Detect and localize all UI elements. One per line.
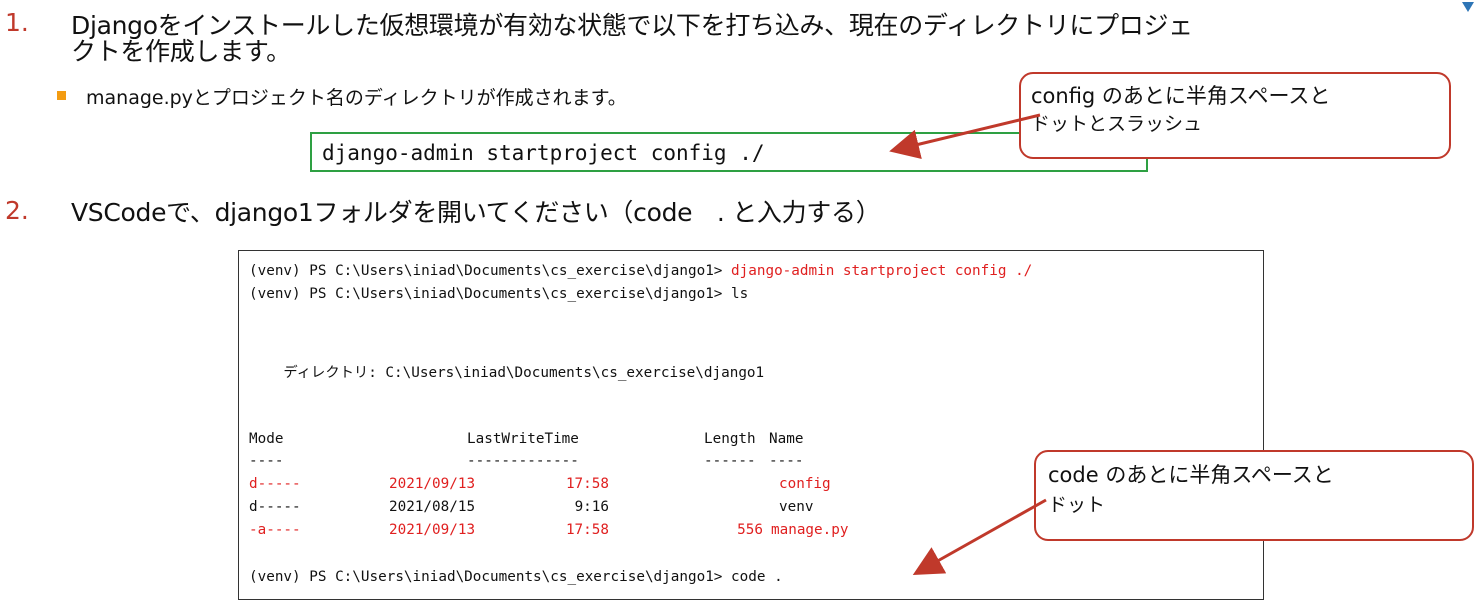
step-1-bullet: manage.pyとプロジェクト名のディレクトリが作成されます。 [86,87,627,109]
corner-marker-icon [1462,2,1474,12]
table-row-3-time: 17:58 [565,522,609,538]
step-2-number: 2. [5,196,29,225]
table-row-2-date: 2021/08/15 [389,499,476,515]
step-2-text: VSCodeで、django1フォルダを開いてください（code . と入力する… [71,198,881,227]
terminal-command-startproject: django-admin startproject config ./ [722,263,1033,279]
table-row-2-mode: d----- [249,499,301,515]
terminal-line-1: (venv) PS C:\Users\iniad\Documents\cs_ex… [249,263,1032,279]
terminal-line-last: (venv) PS C:\Users\iniad\Documents\cs_ex… [249,569,783,585]
callout-code-line-2: ドット [1048,494,1106,516]
dash-mode: ---- [249,453,284,469]
table-row-3-name: manage.py [771,522,849,538]
dash-name: ---- [769,453,804,469]
dash-lastwritetime: ------------- [467,453,579,469]
dash-length: ------ [704,453,756,469]
terminal-directory-line: ディレクトリ: C:\Users\iniad\Documents\cs_exer… [249,365,765,381]
table-row-1-date: 2021/09/13 [389,476,476,492]
slide: 1. Djangoをインストールした仮想環境が有効な状態で以下を打ち込み、現在の… [0,0,1474,604]
step-1-line-2: クトを作成します。 [71,37,291,66]
callout-config-line-1: config のあとに半角スペースと [1031,84,1331,108]
terminal-line-2: (venv) PS C:\Users\iniad\Documents\cs_ex… [249,286,748,302]
callout-code-line-1: code のあとに半角スペースと [1048,463,1334,487]
header-lastwritetime: LastWriteTime [467,431,579,447]
header-mode: Mode [249,431,284,447]
step-1-line-1: Djangoをインストールした仮想環境が有効な状態で以下を打ち込み、現在のディレ… [71,11,1193,40]
terminal-prompt: (venv) PS C:\Users\iniad\Documents\cs_ex… [249,286,723,302]
terminal-command-code: code . [722,569,783,585]
header-name: Name [769,431,804,447]
step-1-number: 1. [5,8,29,37]
command-text: django-admin startproject config ./ [322,141,765,165]
terminal-command-ls: ls [722,286,749,302]
callout-code: code のあとに半角スペースと ドット [1034,450,1474,541]
bullet-square-icon [57,91,66,100]
table-row-3-mode: -a---- [249,522,301,538]
callout-config-line-2: ドットとスラッシュ [1031,113,1203,135]
terminal-screenshot: (venv) PS C:\Users\iniad\Documents\cs_ex… [238,250,1264,600]
table-row-2-time: 9:16 [574,499,609,515]
table-row-1-mode: d----- [249,476,301,492]
table-row-3-length: 556 [737,522,763,538]
header-length: Length [704,431,756,447]
terminal-prompt: (venv) PS C:\Users\iniad\Documents\cs_ex… [249,263,723,279]
terminal-prompt: (venv) PS C:\Users\iniad\Documents\cs_ex… [249,569,723,585]
table-row-1-name: config [779,476,831,492]
table-row-3-date: 2021/09/13 [389,522,476,538]
table-row-1-time: 17:58 [565,476,609,492]
table-row-2-name: venv [779,499,814,515]
callout-config: config のあとに半角スペースと ドットとスラッシュ [1019,72,1451,159]
